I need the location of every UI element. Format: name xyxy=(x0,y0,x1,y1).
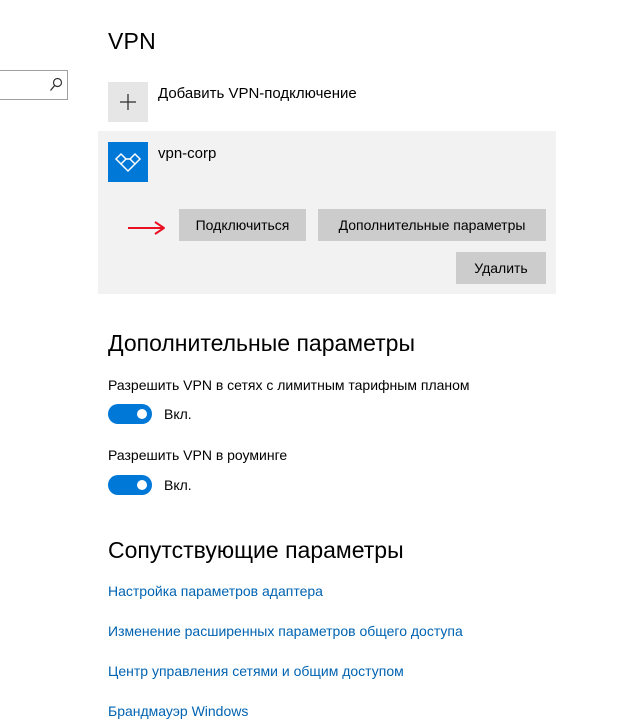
related-section-title: Сопутствующие параметры xyxy=(108,537,404,563)
search-icon xyxy=(49,77,63,93)
advanced-section-title: Дополнительные параметры xyxy=(108,330,415,356)
network-center-link[interactable]: Центр управления сетями и общим доступом xyxy=(108,663,404,679)
add-vpn-label: Добавить VPN-подключение xyxy=(158,85,357,102)
plus-icon xyxy=(108,82,148,122)
toggle-knob xyxy=(137,409,147,419)
metered-network-label: Разрешить VPN в сетях с лимитным тарифны… xyxy=(108,377,470,393)
page-title: VPN xyxy=(108,28,156,54)
advanced-options-button[interactable]: Дополнительные параметры xyxy=(318,209,546,241)
windows-firewall-link[interactable]: Брандмауэр Windows xyxy=(108,703,248,719)
metered-network-state: Вкл. xyxy=(164,406,192,422)
toggle-knob xyxy=(137,480,147,490)
vpn-connection-card[interactable]: vpn-corp Подключиться Дополнительные пар… xyxy=(98,131,556,294)
roaming-state: Вкл. xyxy=(164,477,192,493)
search-input[interactable] xyxy=(0,70,68,100)
roaming-toggle[interactable] xyxy=(108,475,152,495)
metered-network-toggle[interactable] xyxy=(108,404,152,424)
annotation-arrow-icon xyxy=(127,218,167,238)
sharing-options-link[interactable]: Изменение расширенных параметров общего … xyxy=(108,623,463,639)
adapter-settings-link[interactable]: Настройка параметров адаптера xyxy=(108,583,323,599)
roaming-label: Разрешить VPN в роуминге xyxy=(108,447,288,463)
delete-button[interactable]: Удалить xyxy=(456,252,546,284)
connect-button[interactable]: Подключиться xyxy=(179,209,306,241)
vpn-connection-name: vpn-corp xyxy=(158,145,217,162)
add-vpn-button[interactable]: Добавить VPN-подключение xyxy=(108,82,408,122)
vpn-icon xyxy=(108,142,148,182)
